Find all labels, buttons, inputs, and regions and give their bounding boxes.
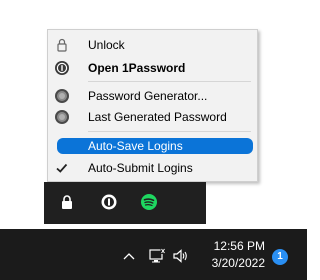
- generator-icon: [54, 88, 70, 104]
- clock-date: 3/20/2022: [211, 256, 265, 270]
- padlock-icon: [54, 37, 70, 53]
- clock[interactable]: 12:56 PM 3/20/2022: [197, 238, 265, 272]
- menu-item-unlock[interactable]: Unlock: [48, 35, 257, 55]
- menu-item-label: Auto-Submit Logins: [88, 161, 193, 175]
- notification-badge[interactable]: 1: [272, 249, 288, 265]
- menu-separator: [88, 81, 251, 82]
- menu-item-password-generator[interactable]: Password Generator...: [48, 86, 257, 106]
- checkmark-icon: [54, 160, 70, 176]
- menu-separator: [88, 131, 251, 132]
- clock-time: 12:56 PM: [213, 239, 265, 253]
- menu-item-label: Last Generated Password: [88, 110, 227, 124]
- menu-item-auto-submit-logins[interactable]: Auto-Submit Logins: [48, 158, 257, 178]
- menu-item-auto-save-logins[interactable]: Auto-Save Logins: [48, 136, 257, 156]
- spotify-icon[interactable]: [140, 193, 158, 214]
- menu-item-open-1password[interactable]: Open 1Password: [48, 58, 257, 78]
- menu-item-label: Open 1Password: [88, 61, 186, 75]
- chevron-up-icon[interactable]: [122, 250, 136, 265]
- menu-item-label: Auto-Save Logins: [88, 139, 183, 153]
- context-menu: Unlock Open 1Password Password Generator…: [47, 29, 258, 182]
- generator-icon: [54, 109, 70, 125]
- 1password-tray-icon[interactable]: [100, 193, 118, 214]
- volume-icon[interactable]: [172, 248, 190, 267]
- network-icon[interactable]: [148, 247, 166, 268]
- tray-overflow-popup: [44, 182, 206, 224]
- menu-item-label: Unlock: [88, 38, 125, 52]
- menu-item-label: Password Generator...: [88, 89, 208, 103]
- lock-tray-icon[interactable]: [60, 194, 74, 213]
- 1password-icon: [54, 60, 70, 76]
- menu-item-last-generated-password[interactable]: Last Generated Password: [48, 107, 257, 127]
